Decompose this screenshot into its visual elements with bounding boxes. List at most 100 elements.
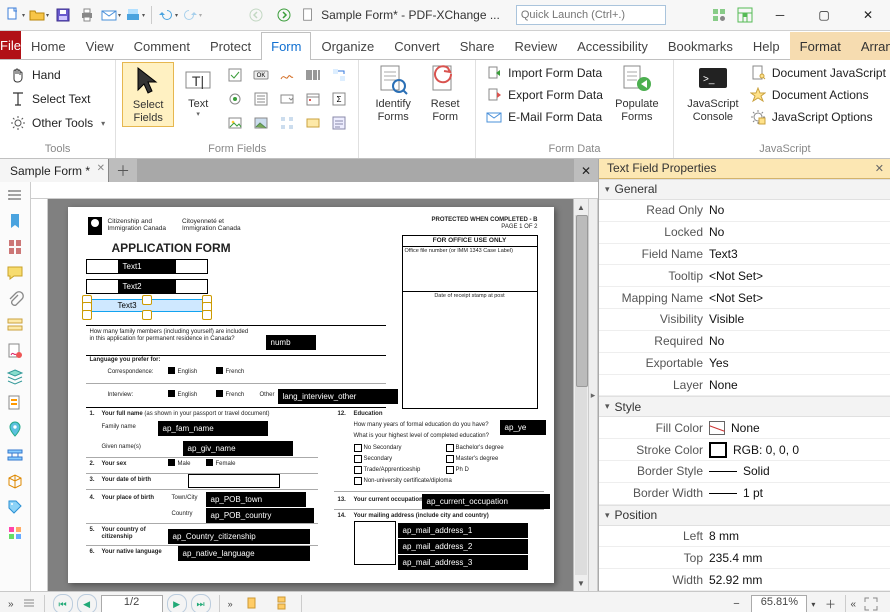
redo-icon[interactable]: ▾ [181, 4, 203, 26]
text-field-button[interactable]: T| Text ▾ [174, 62, 222, 121]
js-console-button[interactable]: >_ JavaScript Console [680, 62, 746, 125]
select-text-tool[interactable]: Select Text [6, 88, 94, 110]
prop-mapping-name[interactable]: Mapping Name<Not Set> [599, 287, 890, 309]
field-edu-years[interactable]: ap_ye [500, 420, 546, 435]
date-field-icon[interactable] [302, 88, 324, 110]
destinations-panel-icon[interactable] [4, 418, 26, 440]
field-pob-country[interactable]: ap_POB_country [206, 508, 314, 523]
highlight-fields-icon[interactable] [302, 112, 324, 134]
dob-boxes[interactable] [188, 474, 280, 488]
links-panel-icon[interactable] [4, 444, 26, 466]
ui-layout-icon[interactable] [734, 4, 756, 26]
dropdown-field-icon[interactable] [276, 88, 298, 110]
undo-icon[interactable]: ▾ [157, 4, 179, 26]
prop-read-only[interactable]: Read OnlyNo [599, 200, 890, 222]
sb-dd-icon[interactable]: » [228, 599, 233, 609]
scan-icon[interactable]: ▾ [124, 4, 146, 26]
first-page-icon[interactable]: ⏮ [53, 594, 73, 612]
field-lang-other[interactable]: lang_interview_other [278, 389, 398, 404]
other-tools[interactable]: Other Tools ▾ [6, 112, 109, 134]
prop-locked[interactable]: LockedNo [599, 222, 890, 244]
sb-left-expand-icon[interactable]: » [8, 599, 14, 610]
sb-options-icon[interactable] [22, 596, 36, 612]
maximize-button[interactable]: ▢ [804, 1, 844, 29]
zoom-in-icon[interactable]: ＋ [819, 593, 841, 612]
signature-field-icon[interactable] [276, 64, 298, 86]
prop-sec-position[interactable]: ▾Position [599, 505, 890, 526]
image-field2-icon[interactable] [250, 112, 272, 134]
print-icon[interactable] [76, 4, 98, 26]
fullscreen-icon[interactable] [860, 593, 882, 612]
properties-close-icon[interactable]: ✕ [875, 162, 884, 175]
prop-visibility[interactable]: VisibilityVisible [599, 309, 890, 331]
email-icon[interactable]: ▾ [100, 4, 122, 26]
tab-format[interactable]: Format [790, 32, 851, 60]
prop-required[interactable]: RequiredNo [599, 331, 890, 353]
identify-forms-button[interactable]: Identify Forms [365, 62, 421, 125]
doc-tab-add[interactable]: ＋ [109, 159, 137, 182]
sb-right-expand-icon[interactable]: « [850, 599, 856, 610]
layers-panel-icon[interactable] [4, 366, 26, 388]
last-page-icon[interactable]: ⏭ [191, 594, 211, 612]
next-page-icon[interactable]: ▶ [167, 594, 187, 612]
field-fam-name[interactable]: ap_fam_name [158, 421, 268, 436]
fields-panel-icon[interactable] [4, 314, 26, 336]
barcode-field-icon[interactable] [302, 64, 324, 86]
prop-stroke-color[interactable]: Stroke ColorRGB: 0, 0, 0 [599, 439, 890, 461]
checkbox-field-icon[interactable] [224, 64, 246, 86]
page-field[interactable]: 1/2 [101, 595, 163, 612]
listbox-field-icon[interactable] [250, 88, 272, 110]
prop-border-style[interactable]: Border StyleSolid [599, 461, 890, 483]
zoom-field[interactable]: 65.81% [751, 595, 807, 612]
page-canvas[interactable]: Citizenship andImmigration Canada Citoye… [68, 207, 554, 583]
nav-fwd-icon[interactable] [273, 4, 295, 26]
view-continuous-icon[interactable] [271, 593, 293, 612]
tab-organize[interactable]: Organize [311, 32, 384, 60]
import-form-data[interactable]: Import Form Data [482, 62, 607, 84]
field-numb[interactable]: numb [266, 335, 316, 350]
doc-actions[interactable]: Document Actions [746, 84, 890, 106]
prev-page-icon[interactable]: ◀ [77, 594, 97, 612]
tab-comment[interactable]: Comment [124, 32, 200, 60]
prop-border-width[interactable]: Border Width1 pt [599, 483, 890, 505]
ui-options-toggle-icon[interactable] [708, 4, 730, 26]
form-preview-icon[interactable] [328, 112, 350, 134]
close-button[interactable]: ✕ [848, 1, 888, 29]
js-options[interactable]: JavaScript Options [746, 106, 890, 128]
tab-file[interactable]: File [0, 31, 21, 59]
grid-settings-icon[interactable] [276, 112, 298, 134]
prop-top[interactable]: Top235.4 mm [599, 547, 890, 569]
prop-left[interactable]: Left8 mm [599, 526, 890, 548]
tab-protect[interactable]: Protect [200, 32, 261, 60]
content-panel-icon[interactable] [4, 392, 26, 414]
order-panel-icon[interactable] [4, 522, 26, 544]
reset-form-button[interactable]: Reset Form [421, 62, 469, 125]
page-viewport[interactable]: Citizenship andImmigration Canada Citoye… [48, 199, 573, 591]
save-icon[interactable] [52, 4, 74, 26]
prop-layer[interactable]: LayerNone [599, 375, 890, 397]
vertical-scrollbar[interactable]: ▲ ▼ [573, 199, 588, 591]
tab-home[interactable]: Home [21, 32, 76, 60]
tab-help[interactable]: Help [743, 32, 790, 60]
tab-form[interactable]: Form [261, 32, 311, 60]
tab-convert[interactable]: Convert [384, 32, 450, 60]
tab-arrange[interactable]: Arrange [851, 32, 890, 60]
radio-field-icon[interactable] [224, 88, 246, 110]
open-folder-icon[interactable]: ▾ [28, 4, 50, 26]
nav-back-icon[interactable] [245, 4, 267, 26]
export-form-data[interactable]: Export Form Data [482, 84, 607, 106]
email-form-data[interactable]: E-Mail Form Data [482, 106, 607, 128]
minimize-button[interactable]: ─ [760, 1, 800, 29]
options-icon[interactable] [4, 184, 26, 206]
field-mail2[interactable]: ap_mail_address_2 [398, 539, 528, 554]
field-mail1[interactable]: ap_mail_address_1 [398, 523, 528, 538]
prop-sec-general[interactable]: ▾General [599, 179, 890, 200]
select-fields-button[interactable]: Select Fields [122, 62, 174, 127]
doc-tabs-close-all[interactable]: ✕ [574, 159, 598, 182]
doc-js[interactable]: Document JavaScript [746, 62, 890, 84]
thumbnails-panel-icon[interactable] [4, 236, 26, 258]
tab-order-icon[interactable] [328, 64, 350, 86]
new-doc-icon[interactable]: ▾ [4, 4, 26, 26]
3d-panel-icon[interactable] [4, 470, 26, 492]
attachments-panel-icon[interactable] [4, 288, 26, 310]
